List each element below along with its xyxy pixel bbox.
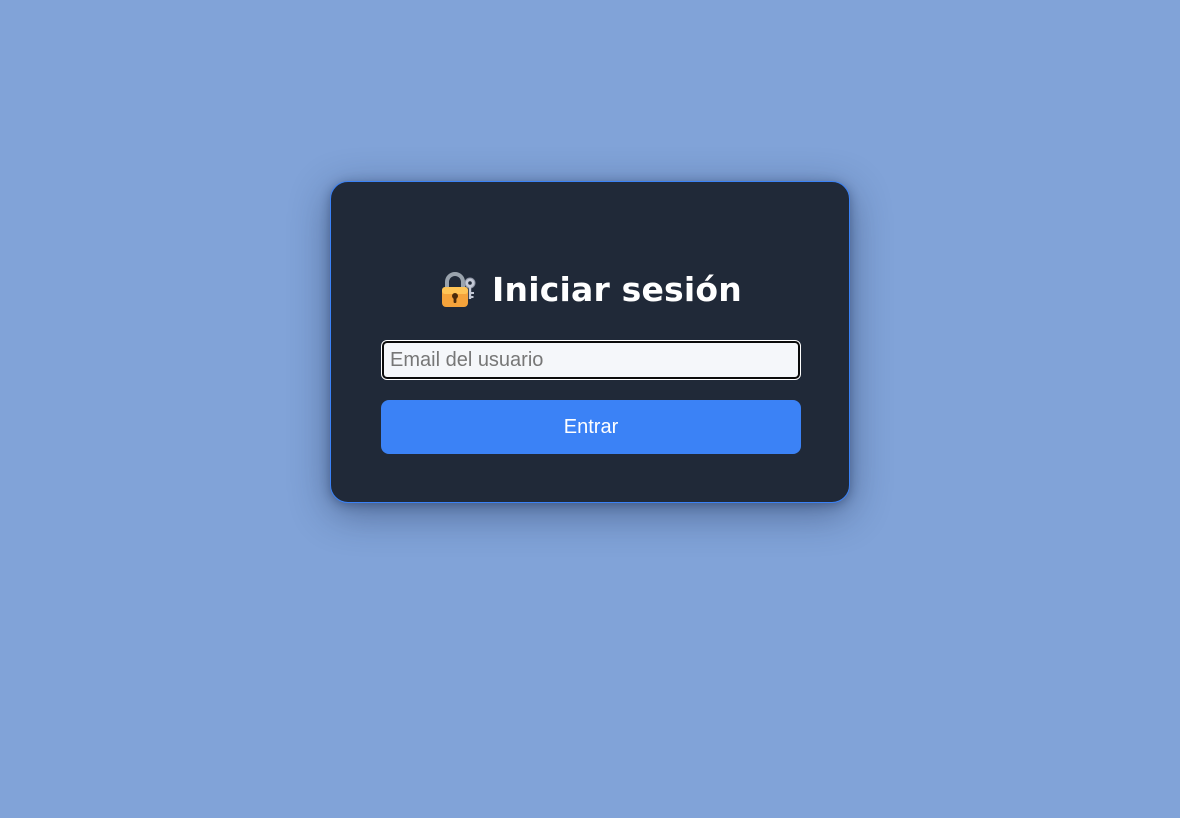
page-title: Iniciar sesión	[492, 270, 742, 309]
email-field[interactable]	[381, 340, 801, 380]
lock-with-key-icon	[438, 270, 478, 310]
login-button[interactable]: Entrar	[381, 400, 801, 454]
login-card: Iniciar sesión Entrar	[330, 181, 850, 503]
login-header: Iniciar sesión	[381, 268, 799, 312]
